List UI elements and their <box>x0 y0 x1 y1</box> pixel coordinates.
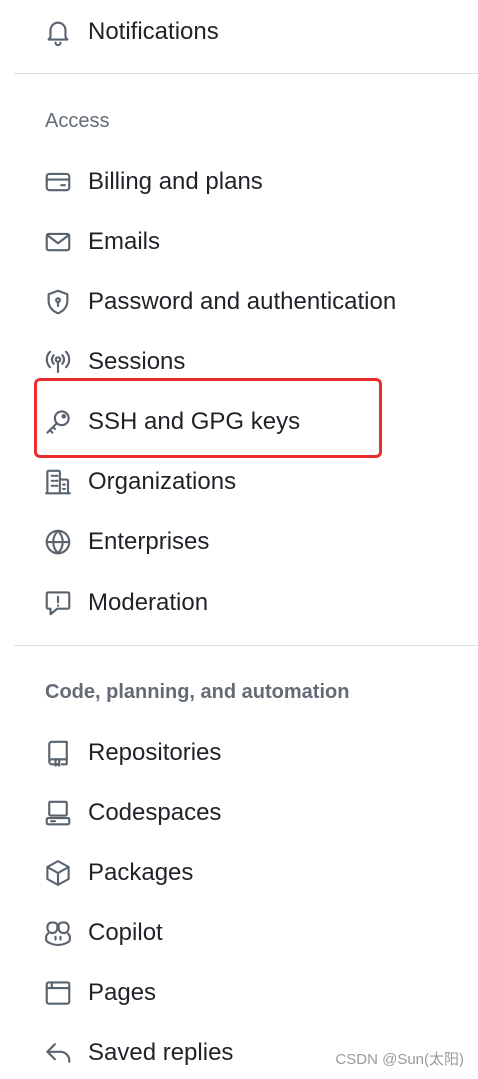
sidebar-item-organizations[interactable]: Organizations <box>42 452 462 512</box>
sidebar-item-moderation[interactable]: Moderation <box>42 573 462 633</box>
sidebar-item-label: Pages <box>88 979 157 1006</box>
codespaces-icon <box>42 797 74 829</box>
highlight-annotation-box <box>34 378 382 458</box>
package-icon <box>42 857 74 889</box>
section-divider <box>14 645 478 646</box>
repo-icon <box>42 737 74 769</box>
sidebar-item-pages[interactable]: Pages <box>42 963 462 1023</box>
sidebar-item-repositories[interactable]: Repositories <box>42 723 462 783</box>
reply-icon <box>42 1037 74 1069</box>
organization-icon <box>42 466 74 498</box>
report-icon <box>42 587 74 619</box>
browser-icon <box>42 977 74 1009</box>
sidebar-item-password-authentication[interactable]: Password and authentication <box>42 272 462 332</box>
globe-icon <box>42 526 74 558</box>
sidebar-item-label: Repositories <box>88 739 222 766</box>
section-heading-code-planning-automation: Code, planning, and automation <box>45 681 350 703</box>
sidebar-item-label: Copilot <box>88 919 163 946</box>
sidebar-item-label: Password and authentication <box>88 288 397 315</box>
sidebar-item-codespaces[interactable]: Codespaces <box>42 783 462 843</box>
sidebar-item-notifications[interactable]: Notifications <box>42 2 462 62</box>
broadcast-icon <box>42 346 74 378</box>
sidebar-item-label: Enterprises <box>88 528 210 555</box>
bell-icon <box>42 16 74 48</box>
shield-lock-icon <box>42 286 74 318</box>
sidebar-item-label: Billing and plans <box>88 168 263 195</box>
sidebar-item-copilot[interactable]: Copilot <box>42 903 462 963</box>
sidebar-item-enterprises[interactable]: Enterprises <box>42 512 462 572</box>
watermark-text: CSDN @Sun(太阳) <box>335 1051 464 1068</box>
sidebar-item-packages[interactable]: Packages <box>42 843 462 903</box>
sidebar-item-label: Saved replies <box>88 1039 234 1066</box>
section-divider <box>14 73 478 74</box>
sidebar-item-label: Emails <box>88 228 161 255</box>
sidebar-item-label: Codespaces <box>88 799 222 826</box>
sidebar-item-label: Notifications <box>88 18 219 45</box>
credit-card-icon <box>42 166 74 198</box>
sidebar-item-label: Packages <box>88 859 194 886</box>
sidebar-item-emails[interactable]: Emails <box>42 212 462 272</box>
sidebar-item-label: Sessions <box>88 348 186 375</box>
mail-icon <box>42 226 74 258</box>
copilot-icon <box>42 917 74 949</box>
sidebar-item-billing[interactable]: Billing and plans <box>42 152 462 212</box>
sidebar-item-label: Moderation <box>88 589 209 616</box>
section-heading-access: Access <box>45 110 110 132</box>
sidebar-item-label: Organizations <box>88 468 237 495</box>
